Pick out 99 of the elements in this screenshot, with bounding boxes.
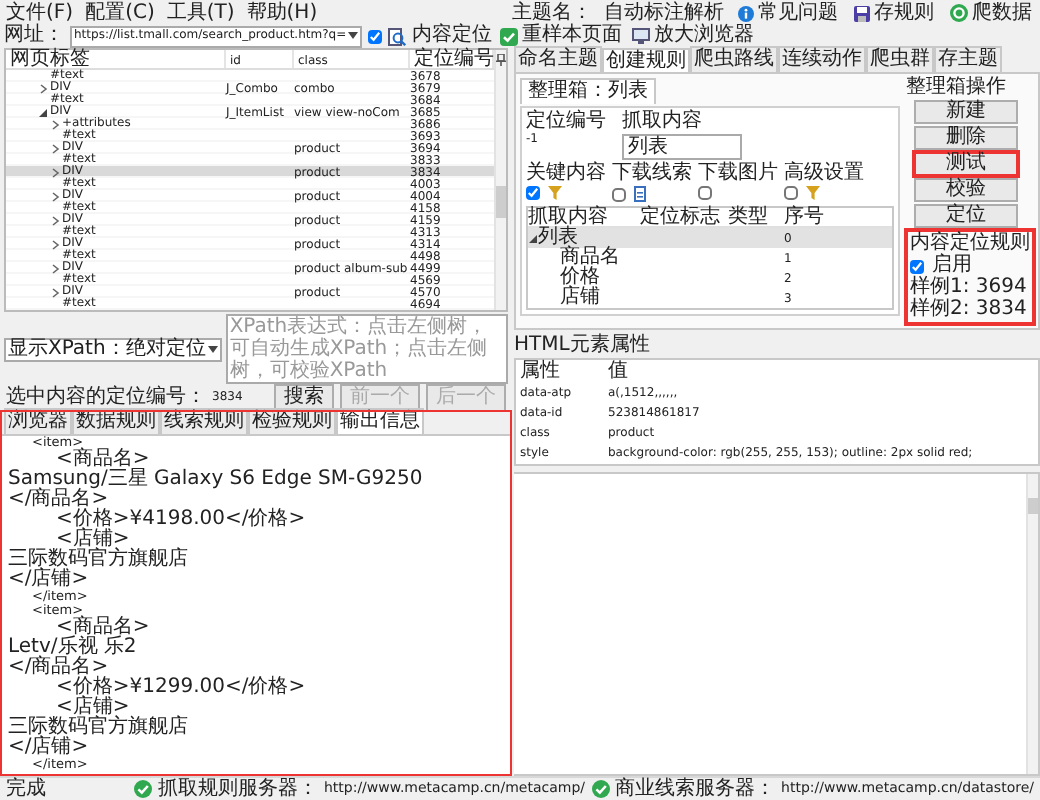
table-cell: 商品名 — [560, 248, 620, 268]
table-cell: 价格 — [560, 268, 600, 288]
output-line: 三际数码官方旗舰店 — [8, 718, 190, 738]
funnel-icon — [548, 186, 562, 200]
action-button[interactable]: 删除 — [914, 126, 1018, 150]
column-header[interactable]: 序号 — [784, 205, 824, 227]
column-header[interactable]: 抓取内容 — [528, 207, 608, 227]
expander-icon[interactable] — [50, 143, 60, 153]
expander-icon[interactable] — [50, 287, 60, 297]
column-header[interactable]: 值 — [608, 360, 628, 382]
output-line: <商品名> — [56, 618, 152, 638]
topic-name: 自动标注解析 — [604, 3, 724, 23]
expander-icon[interactable] — [50, 215, 60, 225]
expander-icon[interactable] — [38, 83, 48, 93]
checkbox[interactable] — [910, 259, 924, 273]
tab[interactable]: 整理箱：列表 — [520, 78, 656, 104]
menu-item[interactable]: 文件(F) — [6, 3, 74, 23]
output-line: <价格>¥4198.00</价格> — [54, 510, 308, 530]
tab[interactable]: 爬虫路线 — [690, 46, 778, 72]
expander-icon[interactable] — [38, 107, 48, 117]
output-line: <商品名> — [56, 450, 152, 470]
menu-item[interactable]: 工具(T) — [166, 3, 235, 23]
checkbox[interactable] — [612, 187, 626, 201]
column-header[interactable]: 网页标签 — [6, 50, 226, 68]
output-line: </商品名> — [8, 658, 109, 678]
tab[interactable]: 存主题 — [934, 46, 1002, 72]
expander-icon[interactable] — [528, 233, 538, 243]
funnel-icon — [806, 186, 820, 200]
column-header[interactable]: 定位标志 — [640, 205, 720, 227]
caret-icon — [348, 32, 359, 40]
option-label: 下载线索 — [612, 164, 692, 184]
topic-label: 主题名： — [512, 3, 592, 23]
column-header[interactable]: 类型 — [728, 205, 768, 227]
group-title: 整理箱操作 — [906, 78, 1008, 98]
section-title: HTML元素属性 — [514, 336, 652, 356]
expander-icon[interactable] — [50, 239, 60, 249]
xpath-field[interactable]: XPath表达式：点击左侧树，可自动生成XPath；点击左侧树，可校验XPath — [225, 314, 508, 384]
tab[interactable]: 爬虫群 — [866, 46, 934, 72]
output-line: </店铺> — [8, 738, 91, 758]
output-line: </店铺> — [8, 570, 91, 590]
server-label: 商业线索服务器： — [615, 779, 776, 799]
checkbox-label: 内容定位 — [412, 26, 493, 46]
expander-icon[interactable] — [50, 263, 60, 273]
circle-icon — [950, 4, 968, 22]
document-icon — [634, 186, 646, 202]
action-button[interactable]: 新建 — [914, 100, 1018, 124]
output-line: <店铺> — [56, 530, 130, 550]
scrollbar[interactable] — [1026, 474, 1038, 774]
checkbox[interactable] — [526, 186, 540, 200]
scrollbar-thumb[interactable] — [496, 186, 506, 218]
sample-text: 样例2: 3834 — [910, 300, 1029, 320]
toolbar-button[interactable]: 存规则 — [852, 3, 936, 23]
checkbox[interactable] — [784, 186, 798, 200]
option-label: 高级设置 — [784, 164, 864, 184]
expander-icon[interactable] — [50, 191, 60, 201]
tab[interactable]: 命名主题 — [514, 46, 602, 72]
action-button[interactable]: 校验 — [914, 178, 1018, 202]
output-line: <价格>¥1299.00</价格> — [54, 678, 308, 698]
group-title: 内容定位规则 — [910, 234, 1030, 254]
tab[interactable]: 创建规则 — [602, 48, 690, 72]
output-line: 三际数码官方旗舰店 — [8, 550, 190, 570]
output-line: Samsung/三星 Galaxy S6 Edge SM-G9250 — [8, 470, 425, 490]
toolbar-button[interactable]: 重样本页面 — [498, 26, 625, 46]
pin-icon — [496, 54, 506, 66]
checkbox[interactable] — [368, 29, 383, 43]
toolbar-button[interactable]: 常见问题 — [736, 3, 840, 23]
toolbar-button[interactable]: 爬数据 — [948, 3, 1034, 23]
help-icon — [738, 5, 754, 21]
output-line: Letv/乐视 乐2 — [8, 638, 139, 658]
caret-icon — [207, 345, 218, 353]
server-label: 抓取规则服务器： — [157, 779, 318, 799]
monitor-icon — [632, 28, 651, 44]
scrollbar-thumb[interactable] — [1028, 498, 1038, 514]
scrollbar[interactable] — [494, 50, 506, 310]
toolbar-button[interactable]: 放大浏览器 — [630, 26, 757, 46]
selection-label: 选中内容的定位编号： — [6, 387, 206, 407]
expander-icon[interactable] — [50, 119, 60, 129]
output-line: </商品名> — [8, 490, 109, 510]
sample-text: 样例1: 3694 — [910, 278, 1029, 298]
expander-icon[interactable] — [50, 167, 60, 177]
output-line: <店铺> — [56, 698, 130, 718]
checkbox[interactable] — [698, 186, 712, 200]
mode-dropdown[interactable]: 显示XPath：绝对定位 — [4, 337, 222, 361]
status-text: 完成 — [6, 779, 46, 799]
option-label: 下载图片 — [698, 164, 778, 184]
column-header[interactable]: 属性 — [520, 360, 560, 382]
table-cell: 店铺 — [560, 288, 600, 308]
menu-item[interactable]: 配置(C) — [85, 3, 155, 23]
address-label: 网址： — [4, 26, 64, 46]
action-button[interactable]: 定位 — [914, 204, 1018, 228]
tab[interactable]: 连续动作 — [778, 46, 866, 72]
field-label: 定位编号 — [526, 112, 606, 132]
menu-item[interactable]: 帮助(H) — [246, 3, 318, 23]
input-field[interactable]: 列表 — [622, 134, 742, 160]
option-label: 关键内容 — [526, 164, 606, 184]
table-cell: 列表 — [538, 228, 578, 248]
checkbox-label: 启用 — [932, 256, 972, 276]
action-button[interactable]: 测试 — [914, 152, 1018, 176]
field-label: 抓取内容 — [622, 112, 702, 132]
